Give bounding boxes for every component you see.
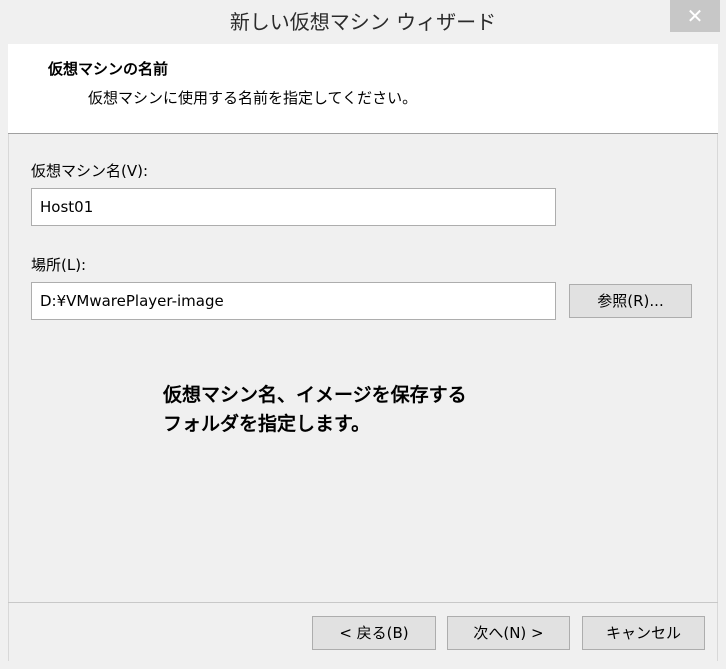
cancel-button[interactable]: キャンセル (582, 616, 705, 650)
close-button[interactable]: ✕ (670, 0, 720, 32)
page-subtitle: 仮想マシンに使用する名前を指定してください。 (88, 89, 418, 107)
window-frame (8, 44, 718, 661)
footer-divider (8, 602, 718, 603)
browse-button[interactable]: 参照(R)... (569, 284, 692, 318)
annotation-line-1: 仮想マシン名、イメージを保存する (163, 384, 467, 406)
back-button[interactable]: < 戻る(B) (312, 616, 436, 650)
next-button[interactable]: 次へ(N) > (447, 616, 570, 650)
title-bar: 新しい仮想マシン ウィザード ✕ (0, 0, 726, 44)
wizard-window: 新しい仮想マシン ウィザード ✕ 仮想マシンの名前 仮想マシンに使用する名前を指… (0, 0, 726, 669)
vm-name-label: 仮想マシン名(V): (31, 162, 149, 180)
close-icon: ✕ (686, 4, 704, 28)
annotation-text: 仮想マシン名、イメージを保存する フォルダを指定します。 (163, 381, 467, 439)
window-title: 新しい仮想マシン ウィザード (229, 10, 497, 34)
header-panel: 仮想マシンの名前 仮想マシンに使用する名前を指定してください。 (8, 44, 718, 134)
annotation-line-2: フォルダを指定します。 (163, 413, 371, 435)
location-label: 場所(L): (31, 256, 87, 274)
page-title: 仮想マシンの名前 (48, 60, 169, 78)
vm-name-input[interactable] (31, 188, 556, 226)
location-input[interactable] (31, 282, 556, 320)
